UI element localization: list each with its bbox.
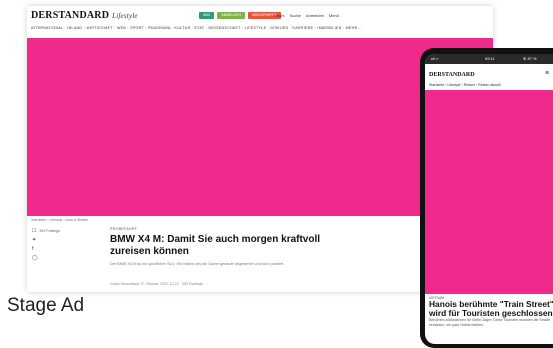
phone-screen: ull ≈ 09:11 ⊕ 87 % DERSTANDARD ≡ Startse… [425, 54, 553, 344]
article-lead: Der BMW X4 M ist ein sportlicher SUV. Wi… [110, 262, 285, 266]
hamburger-menu-icon[interactable]: ≡ [545, 70, 549, 77]
article-kicker: PROBEFAHRT [110, 227, 138, 231]
abo-button[interactable]: ABO [199, 12, 215, 19]
header-buttons: ABO ANMELDEN ABOS/EPAPER [199, 12, 281, 19]
logo-text: DERSTANDARD [31, 10, 110, 21]
twitter-icon[interactable]: ✦ [32, 236, 62, 245]
article-title[interactable]: BMW X4 M: Damit Sie auch morgen kraftvol… [110, 234, 350, 258]
search-link[interactable]: Suche [290, 13, 301, 18]
header-links: Forum Suche Anmelden Menü [273, 13, 339, 18]
menu-link[interactable]: Menü [329, 13, 339, 18]
phone-site-logo[interactable]: DERSTANDARD [429, 72, 475, 78]
phone-breadcrumb[interactable]: Startseite › Lifestyle › Reisen › Reisen… [429, 83, 501, 87]
phone-stage-ad[interactable] [425, 90, 553, 294]
section-nav[interactable]: INTERNATIONAL · INLAND · WIRTSCHAFT · WE… [31, 26, 361, 30]
signal-status: ull ≈ [431, 56, 439, 61]
postings-count[interactable]: ☐ 303 Postings [32, 227, 62, 236]
facebook-icon[interactable]: f [32, 245, 62, 254]
clock: 09:11 [485, 56, 495, 61]
phone-mock: ull ≈ 09:11 ⊕ 87 % DERSTANDARD ≡ Startse… [420, 48, 553, 348]
whatsapp-icon[interactable]: ◯ [32, 254, 62, 263]
anmelden-button[interactable]: ANMELDEN [217, 12, 245, 19]
forum-link[interactable]: Forum [273, 13, 285, 18]
stage-ad-caption: Stage Ad [7, 295, 85, 316]
share-bar: ☐ 303 Postings ✦ f ◯ [32, 227, 62, 263]
section-name: Lifestyle [112, 12, 138, 20]
article-meta: Guido Gluschitsch 17. Februar 2022, 12:2… [110, 282, 203, 286]
login-link[interactable]: Anmelden [306, 13, 324, 18]
site-logo[interactable]: DERSTANDARD Lifestyle [31, 10, 138, 21]
phone-status-bar: ull ≈ 09:11 ⊕ 87 % [425, 54, 553, 64]
phone-article-lead: Behörden-Maßnahmen für Selfie-Jäger: Die… [429, 318, 551, 327]
breadcrumb[interactable]: Startseite › Lifestyle › Auto & Mobile [31, 218, 88, 222]
desktop-header: DERSTANDARD Lifestyle ABO ANMELDEN ABOS/E… [27, 6, 493, 38]
battery-status: ⊕ 87 % [523, 56, 537, 61]
phone-article-title[interactable]: Hanois berühmte "Train Street" wird für … [429, 300, 553, 318]
